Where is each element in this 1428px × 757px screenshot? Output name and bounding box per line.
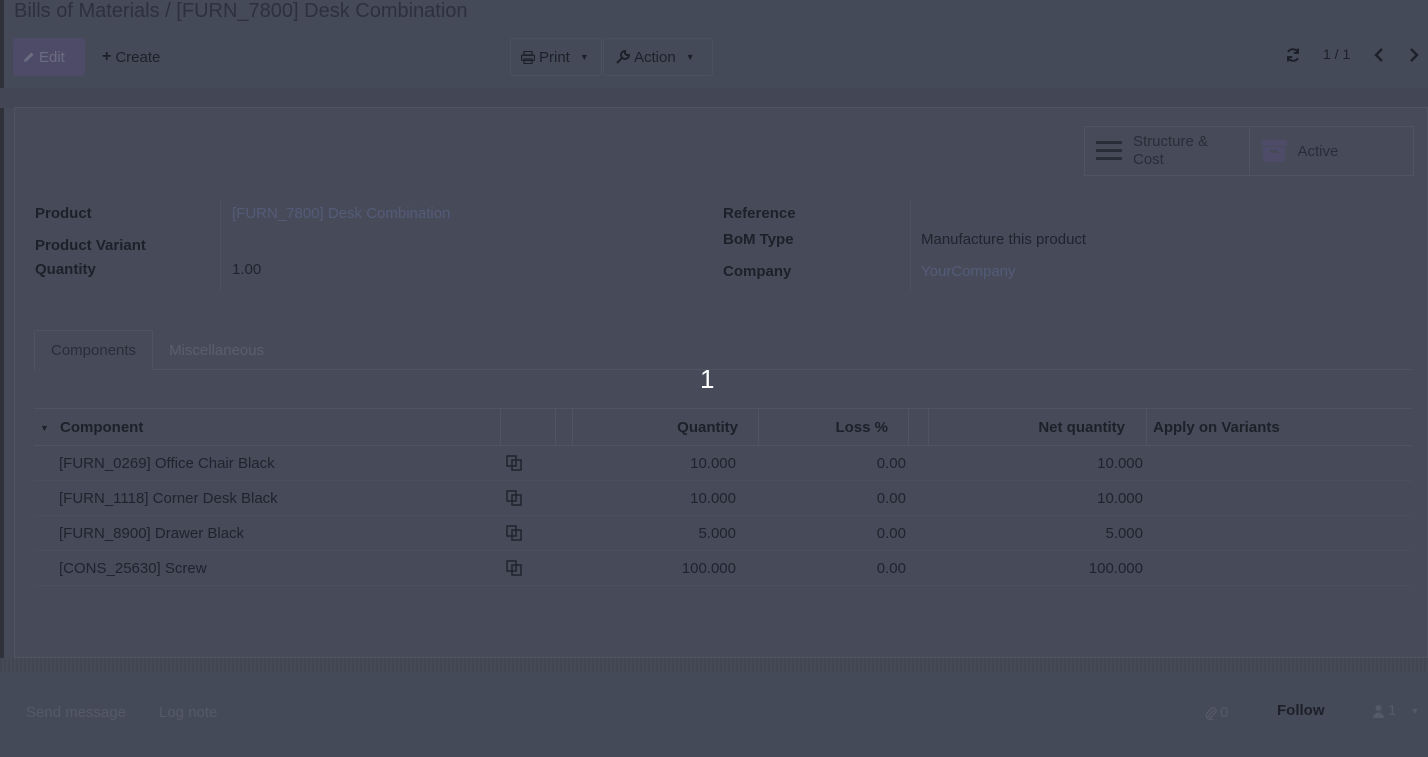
loss-column-header[interactable]: Loss % bbox=[835, 409, 888, 446]
net-quantity-column-header[interactable]: Net quantity bbox=[1038, 409, 1125, 446]
notebook-tabs: Components Miscellaneous bbox=[34, 330, 280, 370]
follow-button[interactable]: Follow bbox=[1277, 702, 1325, 719]
followers-count: 1 bbox=[1388, 702, 1397, 719]
copy-icon[interactable] bbox=[506, 446, 522, 480]
company-label: Company bbox=[723, 263, 792, 280]
components-table: ▼ Component Quantity Loss % Net quantity… bbox=[34, 408, 1412, 586]
breadcrumb-current: [FURN_7800] Desk Combination bbox=[176, 0, 468, 22]
bom-type-label: BoM Type bbox=[723, 231, 794, 248]
column-separator bbox=[500, 409, 501, 446]
loss-cell: 0.00 bbox=[876, 489, 906, 507]
structure-cost-button[interactable]: Structure & Cost bbox=[1085, 127, 1250, 175]
breadcrumb-parent-link[interactable]: Bills of Materials bbox=[14, 0, 160, 22]
user-icon bbox=[1373, 704, 1384, 718]
action-dropdown[interactable]: Action ▼ bbox=[603, 38, 713, 76]
action-label: Action bbox=[634, 48, 676, 66]
table-row[interactable]: [FURN_8900] Drawer Black 5.000 0.00 5.00… bbox=[34, 516, 1412, 551]
active-label: Active bbox=[1297, 142, 1339, 160]
bars-icon bbox=[1096, 141, 1122, 160]
copy-icon[interactable] bbox=[506, 551, 522, 585]
archive-icon bbox=[1260, 140, 1287, 162]
chatter-separator bbox=[0, 658, 1428, 672]
loss-cell: 0.00 bbox=[876, 559, 906, 577]
bom-type-field[interactable]: Manufacture this product bbox=[921, 231, 1086, 248]
quantity-label: Quantity bbox=[35, 261, 96, 278]
bom-form-page: Bills of Materials / [FURN_7800] Desk Co… bbox=[0, 0, 1428, 757]
copy-icon[interactable] bbox=[506, 481, 522, 515]
reference-label: Reference bbox=[723, 205, 796, 222]
column-separator bbox=[908, 409, 909, 446]
component-cell: [CONS_25630] Screw bbox=[59, 559, 207, 577]
table-header: ▼ Component Quantity Loss % Net quantity… bbox=[34, 408, 1412, 446]
loss-cell: 0.00 bbox=[876, 454, 906, 472]
plus-icon: + bbox=[102, 48, 112, 65]
printer-icon bbox=[521, 50, 535, 64]
tab-miscellaneous[interactable]: Miscellaneous bbox=[153, 330, 280, 370]
pencil-icon bbox=[24, 52, 34, 62]
component-cell: [FURN_0269] Office Chair Black bbox=[59, 454, 275, 472]
active-toggle-button[interactable]: Active bbox=[1250, 127, 1414, 175]
column-separator bbox=[1146, 409, 1147, 446]
print-label: Print bbox=[539, 48, 570, 66]
send-message-button[interactable]: Send message bbox=[26, 704, 126, 721]
step-number: 1 bbox=[700, 364, 715, 394]
attachments-count: 0 bbox=[1220, 704, 1229, 721]
component-cell: [FURN_8900] Drawer Black bbox=[59, 524, 245, 542]
log-note-button[interactable]: Log note bbox=[159, 704, 217, 721]
apply-on-variants-column-header[interactable]: Apply on Variants bbox=[1153, 409, 1280, 446]
sheet-background-band bbox=[0, 88, 1428, 108]
chevron-right-icon[interactable] bbox=[1408, 47, 1420, 63]
product-label: Product bbox=[35, 205, 92, 222]
net-quantity-cell: 100.000 bbox=[1088, 559, 1143, 577]
smart-button-box: Structure & Cost Active bbox=[1084, 126, 1414, 176]
sort-caret-icon[interactable]: ▼ bbox=[40, 409, 49, 446]
chevron-down-icon: ▼ bbox=[685, 52, 695, 62]
edit-button[interactable]: Edit bbox=[13, 38, 85, 76]
component-cell: [FURN_1118] Corner Desk Black bbox=[59, 489, 278, 507]
column-separator bbox=[572, 409, 573, 446]
wrench-icon bbox=[616, 50, 630, 64]
column-separator bbox=[928, 409, 929, 446]
attachments-button[interactable]: 0 bbox=[1205, 704, 1228, 721]
product-variant-label: Product Variant bbox=[35, 237, 146, 254]
quantity-cell: 100.000 bbox=[681, 559, 736, 577]
edit-button-label: Edit bbox=[39, 48, 65, 66]
component-column-header[interactable]: Component bbox=[60, 409, 143, 446]
followers-button[interactable]: 1 ▼ bbox=[1373, 702, 1419, 719]
table-row[interactable]: [CONS_25630] Screw 100.000 0.00 100.000 bbox=[34, 551, 1412, 586]
quantity-cell: 10.000 bbox=[690, 454, 736, 472]
quantity-cell: 10.000 bbox=[690, 489, 736, 507]
net-quantity-cell: 10.000 bbox=[1097, 454, 1143, 472]
left-edge bbox=[0, 0, 4, 757]
chevron-down-icon: ▼ bbox=[579, 52, 589, 62]
quantity-column-header[interactable]: Quantity bbox=[677, 409, 738, 446]
company-field[interactable]: YourCompany bbox=[921, 263, 1016, 280]
structure-cost-label: Structure & Cost bbox=[1133, 133, 1209, 168]
loss-cell: 0.00 bbox=[876, 524, 906, 542]
chevron-left-icon[interactable] bbox=[1373, 47, 1385, 63]
create-button[interactable]: + Create bbox=[98, 38, 160, 76]
column-separator bbox=[555, 409, 556, 446]
refresh-icon[interactable] bbox=[1285, 47, 1301, 63]
create-button-label: Create bbox=[115, 48, 161, 66]
print-dropdown[interactable]: Print ▼ bbox=[510, 38, 602, 76]
field-divider bbox=[910, 200, 911, 290]
field-divider bbox=[220, 200, 221, 290]
table-row[interactable]: [FURN_1118] Corner Desk Black 10.000 0.0… bbox=[34, 481, 1412, 516]
pager-value[interactable]: 1 / 1 bbox=[1323, 46, 1350, 62]
quantity-field[interactable]: 1.00 bbox=[232, 261, 261, 278]
copy-icon[interactable] bbox=[506, 516, 522, 550]
chevron-down-icon: ▼ bbox=[1410, 705, 1420, 716]
product-field[interactable]: [FURN_7800] Desk Combination bbox=[232, 205, 450, 222]
net-quantity-cell: 5.000 bbox=[1105, 524, 1143, 542]
quantity-cell: 5.000 bbox=[698, 524, 736, 542]
paperclip-icon bbox=[1205, 706, 1217, 720]
tab-components[interactable]: Components bbox=[34, 330, 154, 370]
table-row[interactable]: [FURN_0269] Office Chair Black 10.000 0.… bbox=[34, 446, 1412, 481]
breadcrumb: Bills of Materials / [FURN_7800] Desk Co… bbox=[14, 0, 468, 23]
breadcrumb-separator: / bbox=[165, 0, 171, 22]
column-separator bbox=[758, 409, 759, 446]
net-quantity-cell: 10.000 bbox=[1097, 489, 1143, 507]
